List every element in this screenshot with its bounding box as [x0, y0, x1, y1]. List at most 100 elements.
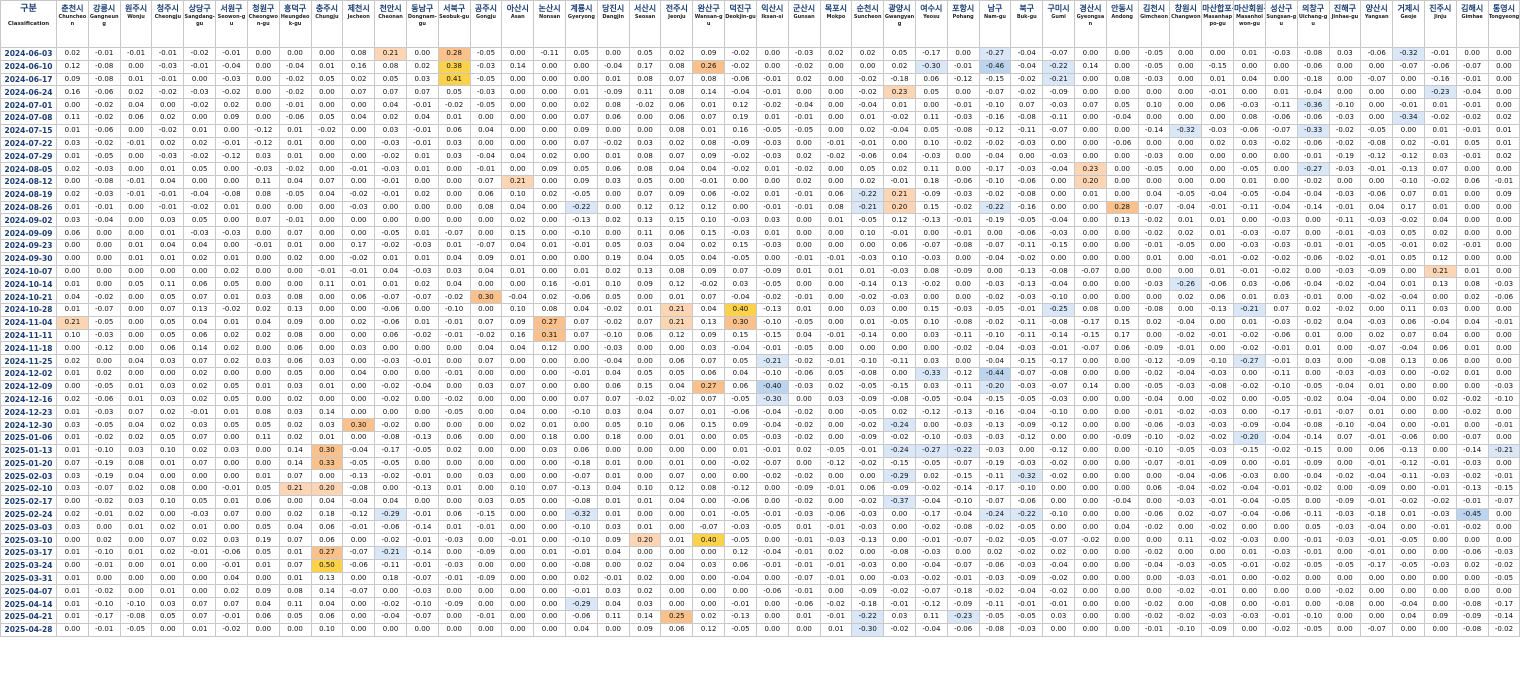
table-cell: 0.05 [1105, 98, 1139, 112]
table-cell: 0.02 [278, 392, 312, 407]
table-cell: -0.18 [1360, 507, 1394, 522]
table-cell: 0.00 [1105, 162, 1139, 176]
table-cell: 0.01 [215, 290, 248, 304]
table-cell: 0.02 [405, 277, 439, 292]
table-cell: 0.02 [183, 443, 217, 458]
table-cell: -0.02 [342, 251, 376, 266]
table-cell: 0.00 [1105, 469, 1139, 484]
table-cell: 0.02 [183, 533, 217, 548]
table-cell: 0.06 [660, 110, 694, 125]
table-cell: -0.01 [437, 366, 471, 381]
table-row: 2024-08-12 0.00 -0.08 -0.01 0.04 0.00 0.00 0.11… [0, 174, 1520, 189]
table-cell: -0.21 [1233, 302, 1266, 317]
table-cell: 0.00 [310, 85, 344, 100]
table-cell: -0.02 [87, 584, 121, 599]
table-cell: 0.00 [914, 290, 948, 304]
table-cell: 0.00 [1105, 123, 1139, 138]
table-cell: -0.09 [1328, 494, 1362, 509]
table-cell: 0.07 [724, 264, 757, 279]
table-cell: 0.04 [1233, 72, 1266, 87]
table-cell: 0.10 [883, 251, 916, 266]
table-cell: -0.16 [1010, 200, 1044, 215]
table-cell: 0.13 [310, 571, 344, 586]
table-cell: 0.00 [819, 302, 853, 317]
column-header: 양산시 Yangsan [1360, 0, 1394, 48]
table-cell: 0.00 [819, 226, 853, 240]
table-cell: -0.27 [914, 443, 948, 458]
table-cell: -0.01 [1423, 418, 1457, 432]
table-cell: 0.06 [692, 187, 726, 202]
table-cell: -0.01 [1455, 494, 1489, 509]
table-cell: 0.04 [469, 341, 503, 356]
table-cell: 0.00 [1233, 149, 1266, 164]
table-cell: -0.09 [469, 571, 503, 586]
table-cell: -0.03 [946, 430, 980, 445]
table-cell: 0.00 [310, 302, 344, 317]
table-cell: 0.00 [851, 59, 885, 74]
table-cell: -0.24 [883, 418, 916, 432]
table-cell: -0.03 [851, 507, 885, 522]
table-cell: -0.22 [565, 200, 598, 215]
table-cell: 0.00 [183, 558, 217, 573]
table-cell: 0.02 [405, 59, 439, 74]
table-cell: -0.03 [1328, 110, 1362, 125]
table-cell: -0.04 [278, 59, 312, 74]
table-cell: 0.00 [246, 456, 280, 471]
table-cell: -0.15 [1233, 443, 1266, 458]
table-cell: 0.00 [87, 264, 121, 279]
column-header-korean: 거제시 [1397, 4, 1420, 13]
table-cell: 0.00 [1105, 418, 1139, 432]
table-cell: -0.02 [787, 430, 821, 445]
column-header-english: Gimcheon [1140, 14, 1168, 20]
table-cell: 0.00 [533, 200, 566, 215]
table-cell: 0.01 [724, 443, 757, 458]
table-cell: -0.02 [1328, 277, 1362, 292]
table-cell: 0.04 [565, 302, 598, 317]
row-date: 2024-12-16 [0, 392, 57, 407]
table-cell: 0.14 [310, 405, 344, 420]
column-header: 청주시 Cheongju [151, 0, 185, 48]
table-cell: -0.04 [596, 354, 630, 368]
table-cell: 0.01 [501, 251, 535, 266]
table-cell: 0.01 [1455, 341, 1489, 356]
table-cell: 0.00 [1423, 546, 1457, 560]
table-cell: -0.07 [342, 584, 376, 599]
table-cell: 0.00 [1201, 162, 1235, 176]
table-cell: -0.02 [946, 200, 980, 215]
table-cell: 0.00 [533, 354, 566, 368]
table-cell: 0.07 [628, 315, 662, 330]
table-cell: 0.00 [87, 251, 121, 266]
table-cell: -0.02 [596, 315, 630, 330]
table-cell: -0.03 [1010, 290, 1044, 304]
table-cell: -0.16 [978, 110, 1012, 125]
table-cell: 0.00 [1074, 494, 1107, 509]
table-cell: -0.02 [1264, 622, 1298, 637]
table-cell: 0.04 [437, 277, 471, 292]
table-cell: -0.20 [978, 379, 1012, 394]
table-cell: 0.04 [660, 238, 694, 253]
table-cell: 0.15 [914, 302, 948, 317]
table-cell: -0.04 [724, 341, 757, 356]
table-cell: 0.03 [692, 341, 726, 356]
table-cell: 0.00 [533, 251, 566, 266]
table-cell: 0.10 [628, 482, 662, 496]
table-cell: -0.07 [978, 494, 1012, 509]
table-cell: -0.01 [1360, 430, 1394, 445]
table-cell: 0.03 [596, 520, 630, 535]
table-cell: -0.08 [87, 59, 121, 74]
table-cell: -0.36 [1296, 98, 1330, 112]
table-cell: 0.00 [310, 341, 344, 356]
table-cell: -0.09 [946, 597, 980, 612]
table-row: 2024-09-02 0.03 -0.04 0.00 0.03 0.05 0.00 0.07-… [0, 213, 1520, 228]
table-cell: 0.02 [374, 110, 407, 125]
table-cell: -0.09 [1137, 341, 1171, 356]
table-cell: -0.07 [978, 85, 1012, 100]
table-cell: 0.01 [755, 110, 789, 125]
table-cell: -0.05 [851, 379, 885, 394]
table-cell: 0.00 [1328, 456, 1362, 471]
table-cell: 0.07 [469, 174, 503, 189]
table-cell: 0.00 [533, 571, 566, 586]
table-cell: -0.01 [1137, 622, 1171, 637]
table-cell: 0.00 [1328, 482, 1362, 496]
table-cell: 0.06 [692, 366, 726, 381]
